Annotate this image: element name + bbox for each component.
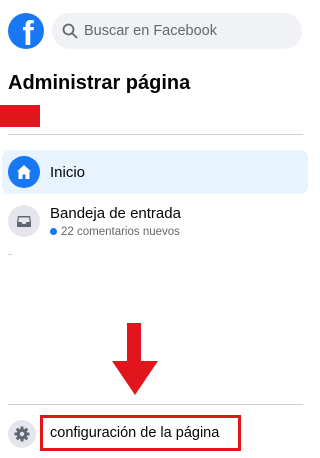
facebook-logo[interactable]: f [8,13,44,49]
divider [8,134,303,135]
sidebar-item-label: Bandeja de entrada [50,204,181,222]
settings-label: configuración de la página [50,425,220,441]
settings-highlight-box[interactable]: configuración de la página [40,415,241,451]
unread-dot [50,228,57,235]
sidebar-item-inicio[interactable]: Inicio [2,150,308,194]
gear-icon [8,420,36,448]
new-comments-text: 22 comentarios nuevos [61,225,180,238]
sidebar-item-bandeja[interactable]: Bandeja de entrada 22 comentarios nuevos [2,198,308,244]
sidebar-item-label: Inicio [50,163,86,181]
new-comments-count: 22 comentarios nuevos [50,226,181,238]
redaction-mark [0,105,40,127]
home-icon [8,156,40,188]
settings-row[interactable]: configuración de la página [0,405,317,458]
red-arrow-annotation [112,323,158,395]
inbox-icon [8,205,40,237]
search-bar[interactable] [52,13,302,49]
divider [8,254,12,255]
search-icon [62,23,78,39]
search-input[interactable] [84,23,284,39]
page-title: Administrar página [8,72,191,94]
